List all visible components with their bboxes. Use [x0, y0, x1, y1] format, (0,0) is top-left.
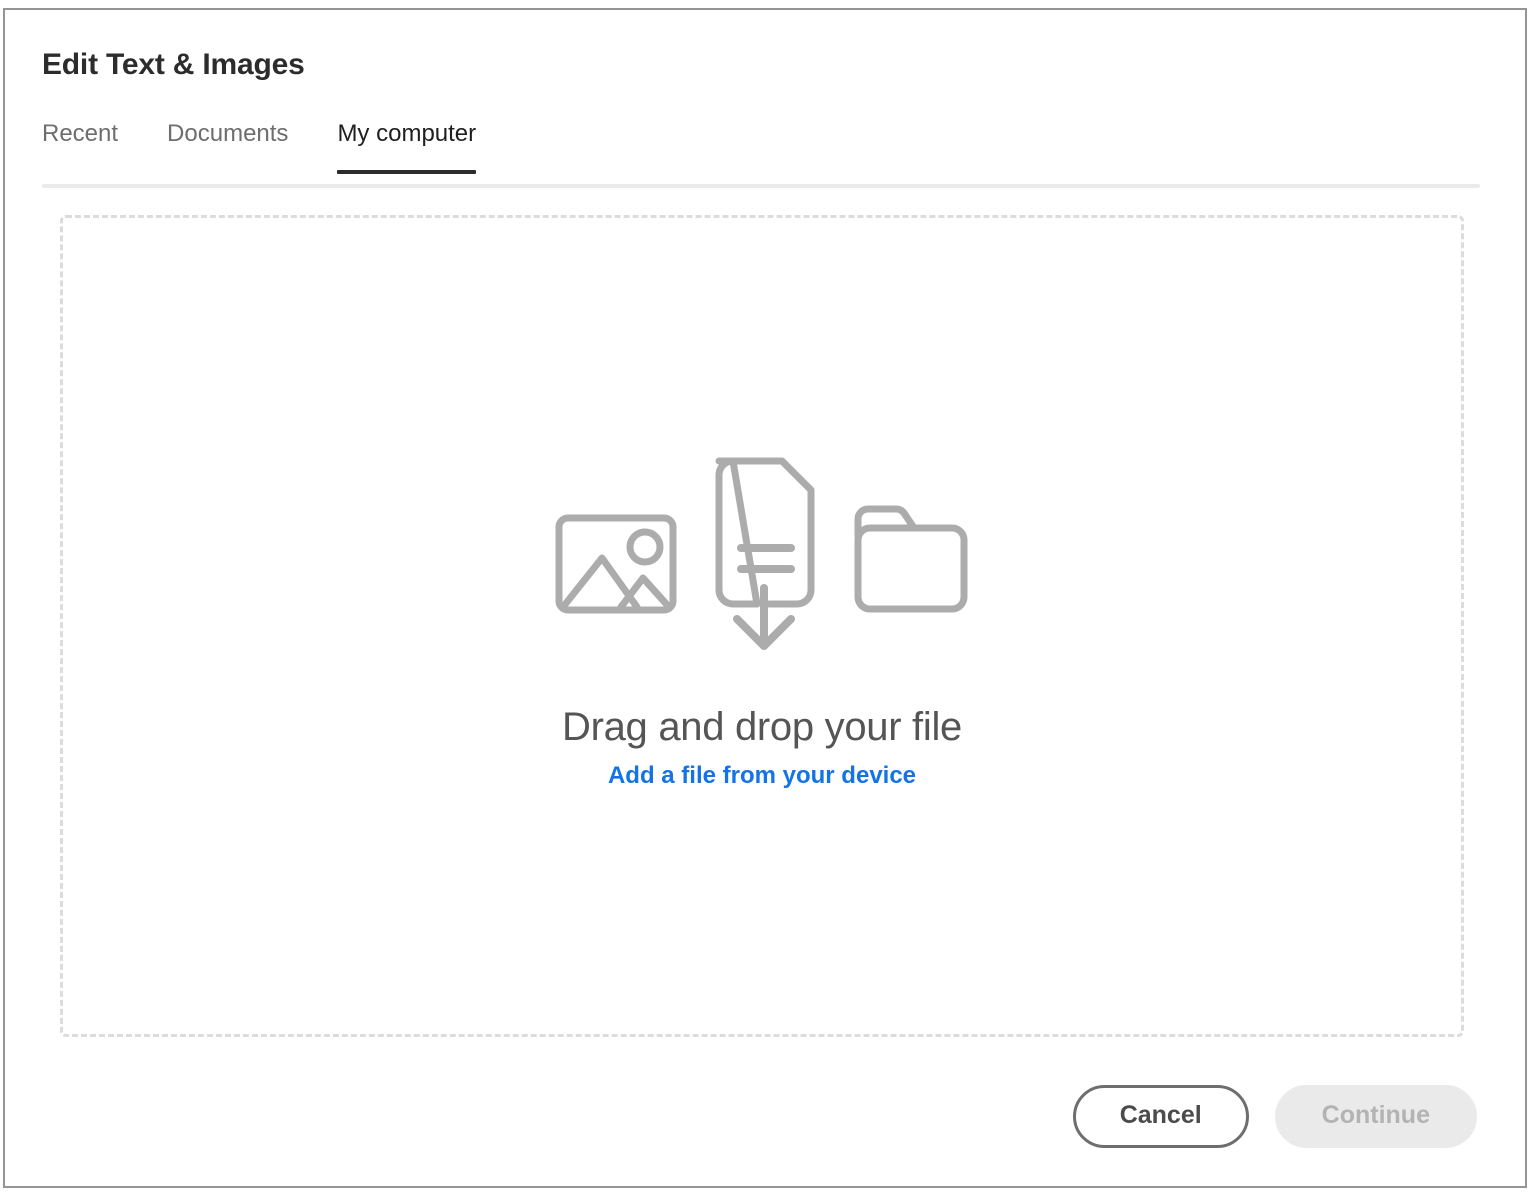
tab-my-computer[interactable]: My computer [337, 120, 476, 174]
tab-divider [42, 184, 1480, 188]
dialog-body: Edit Text & Images Recent Documents My c… [5, 10, 1525, 1186]
dropzone-heading: Drag and drop your file [562, 705, 962, 749]
dialog-footer: Cancel Continue [1072, 1085, 1477, 1148]
tab-recent[interactable]: Recent [42, 120, 118, 174]
continue-button[interactable]: Continue [1274, 1085, 1477, 1148]
folder-icon [852, 504, 970, 619]
dropzone-content: Drag and drop your file Add a file from … [63, 457, 1461, 791]
tab-bar: Recent Documents My computer [42, 120, 476, 190]
cancel-button[interactable]: Cancel [1072, 1085, 1249, 1148]
edit-text-images-dialog: Edit Text & Images Recent Documents My c… [3, 8, 1527, 1188]
tab-documents[interactable]: Documents [167, 120, 288, 174]
page-title: Edit Text & Images [42, 48, 305, 81]
file-dropzone[interactable]: Drag and drop your file Add a file from … [60, 215, 1464, 1037]
image-icon [555, 514, 677, 619]
add-file-from-device-link[interactable]: Add a file from your device [608, 762, 916, 789]
dropzone-icon-group [63, 457, 1461, 661]
document-download-icon [698, 456, 828, 661]
